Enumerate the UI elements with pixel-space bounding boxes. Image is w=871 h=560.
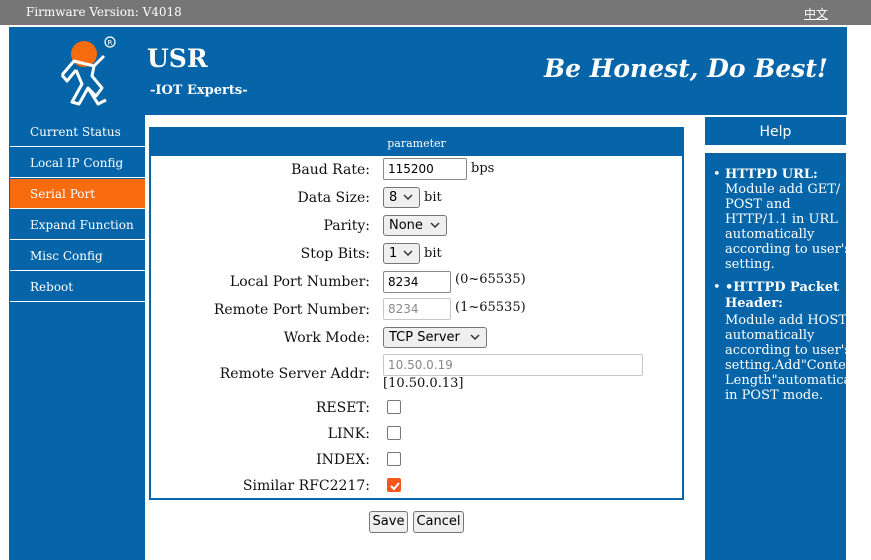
- rfc2217-label: Similar RFC2217:: [242, 478, 370, 494]
- baud-rate-label: Baud Rate:: [291, 162, 370, 178]
- help-line: Module add GET/: [725, 182, 841, 197]
- help-line: setting.: [725, 257, 775, 272]
- sidebar-item-reboot[interactable]: Reboot: [10, 272, 145, 302]
- link-checkbox[interactable]: [387, 426, 401, 440]
- local-port-input[interactable]: 8234: [383, 271, 451, 293]
- help-bullet: •: [713, 167, 721, 182]
- stop-bits-unit: bit: [424, 246, 442, 261]
- cancel-button[interactable]: Cancel: [413, 511, 464, 533]
- sidebar-item-misc-config[interactable]: Misc Config: [10, 241, 145, 271]
- firmware-version: Firmware Version: V4018: [26, 5, 182, 19]
- help-panel: • HTTPD URL: Module add GET/ POST and HT…: [705, 153, 846, 560]
- local-port-range: (0~65535): [455, 272, 526, 287]
- baud-rate-unit: bps: [471, 161, 495, 176]
- data-size-label: Data Size:: [297, 190, 370, 206]
- reset-label: RESET:: [315, 400, 370, 416]
- index-label: INDEX:: [316, 452, 370, 468]
- brand-subtitle: -IOT Experts-: [150, 83, 248, 98]
- help-line: setting.Add"Content: [725, 358, 846, 373]
- help-bullet: •: [713, 280, 721, 295]
- stop-bits-value: 1: [389, 246, 398, 261]
- top-bar: Firmware Version: V4018 中文: [0, 0, 871, 25]
- data-size-value: 8: [389, 190, 398, 205]
- remote-port-label: Remote Port Number:: [213, 302, 370, 318]
- help-line: automatically: [725, 328, 815, 343]
- panel-title: parameter: [151, 129, 682, 156]
- brand-name: USR: [147, 44, 208, 73]
- parity-value: None: [389, 218, 423, 233]
- remote-port-range: (1~65535): [455, 300, 526, 315]
- slogan: Be Honest, Do Best!: [544, 54, 828, 83]
- help-title: Help: [705, 117, 846, 147]
- help-line: in POST mode.: [725, 388, 824, 403]
- language-switch-link[interactable]: 中文: [804, 5, 828, 22]
- reset-checkbox[interactable]: [387, 400, 401, 414]
- usr-logo-icon: R: [60, 36, 116, 106]
- help-line: Length"automatical: [725, 373, 846, 388]
- help-line: POST and: [725, 197, 791, 212]
- baud-rate-input[interactable]: 115200: [383, 158, 467, 180]
- work-mode-value: TCP Server: [389, 330, 460, 345]
- stop-bits-select[interactable]: 1: [383, 243, 420, 264]
- sidebar-item-local-ip-config[interactable]: Local IP Config: [10, 148, 145, 178]
- help-line: Module add HOST: [725, 313, 846, 328]
- sidebar-item-expand-function[interactable]: Expand Function: [10, 210, 145, 240]
- work-mode-label: Work Mode:: [283, 330, 370, 346]
- remote-server-label: Remote Server Addr:: [219, 366, 370, 382]
- sidebar-nav: Current Status Local IP Config Serial Po…: [9, 115, 145, 560]
- remote-server-current: [10.50.0.13]: [383, 376, 464, 391]
- data-size-select[interactable]: 8: [383, 187, 420, 208]
- chevron-down-icon: [403, 250, 413, 257]
- local-port-label: Local Port Number:: [229, 274, 370, 290]
- remote-server-input[interactable]: 10.50.0.19: [383, 354, 643, 376]
- help-line: automatically: [725, 227, 815, 242]
- data-size-unit: bit: [424, 190, 442, 205]
- parity-select[interactable]: None: [383, 215, 447, 236]
- parity-label: Parity:: [323, 218, 370, 234]
- help-item-title: •HTTPD Packet: [725, 280, 840, 295]
- chevron-down-icon: [470, 334, 480, 341]
- sidebar-item-current-status[interactable]: Current Status: [10, 117, 145, 147]
- sidebar-item-serial-port[interactable]: Serial Port: [10, 179, 145, 209]
- link-label: LINK:: [327, 426, 370, 442]
- save-button[interactable]: Save: [369, 511, 408, 533]
- index-checkbox[interactable]: [387, 452, 401, 466]
- chevron-down-icon: [403, 194, 413, 201]
- help-line: according to user's: [725, 343, 846, 358]
- chevron-down-icon: [430, 222, 440, 229]
- rfc2217-checkbox[interactable]: [387, 478, 401, 492]
- stop-bits-label: Stop Bits:: [300, 246, 370, 262]
- checkmark-icon: [390, 482, 400, 491]
- svg-text:R: R: [108, 39, 113, 47]
- work-mode-select[interactable]: TCP Server: [383, 327, 487, 348]
- remote-port-input[interactable]: 8234: [383, 298, 451, 320]
- help-item-title: HTTPD URL:: [725, 167, 818, 182]
- help-line: HTTP/1.1 in URL: [725, 212, 838, 227]
- help-line: Header:: [725, 296, 783, 311]
- help-line: according to user's: [725, 242, 846, 257]
- header-banner: R USR -IOT Experts- Be Honest, Do Best!: [9, 27, 847, 115]
